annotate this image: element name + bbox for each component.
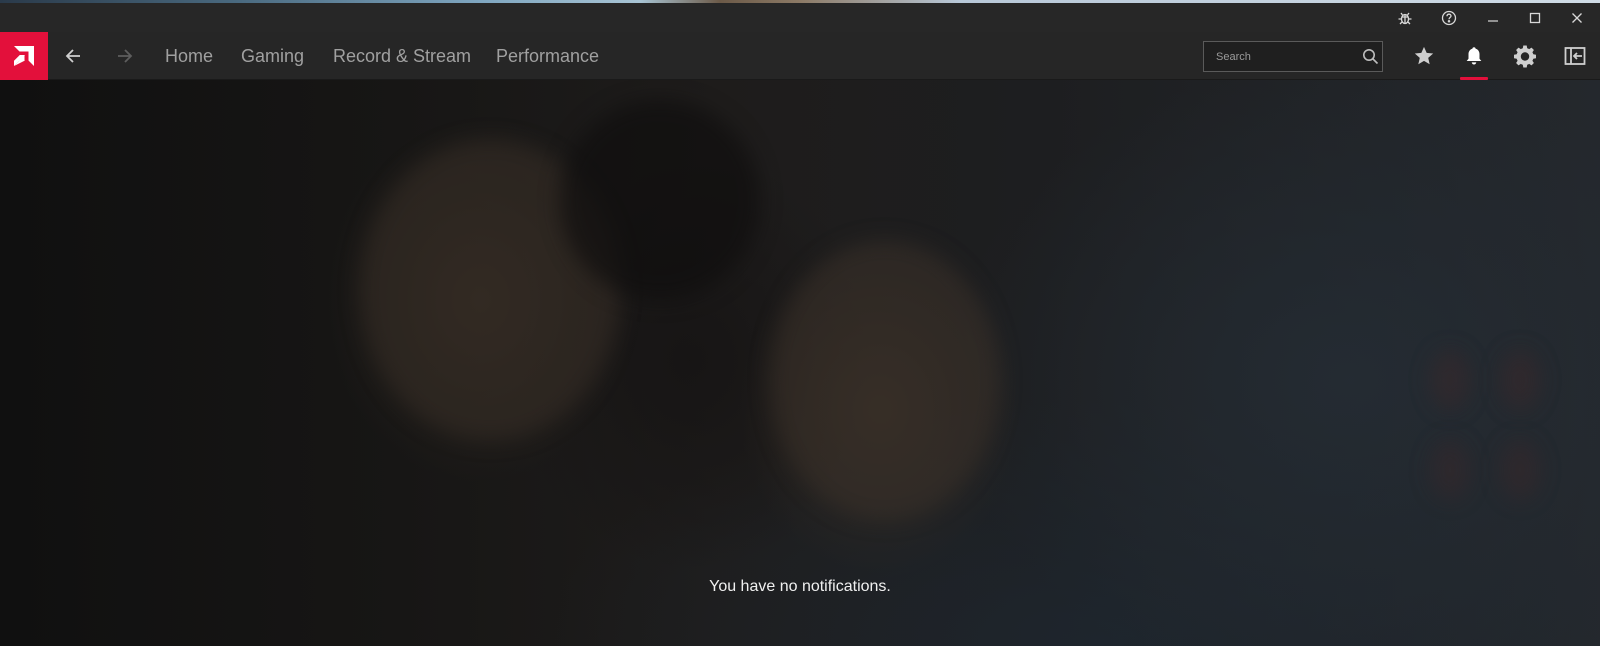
minimize-icon[interactable] bbox=[1470, 3, 1516, 32]
forward-arrow-icon[interactable] bbox=[105, 32, 145, 80]
amd-logo-icon[interactable] bbox=[0, 32, 48, 80]
bell-icon[interactable] bbox=[1452, 32, 1496, 80]
notifications-panel: You have no notifications. bbox=[0, 80, 1600, 646]
nav-record-stream[interactable]: Record & Stream bbox=[333, 32, 471, 80]
background-image-blur bbox=[1430, 440, 1470, 500]
close-icon[interactable] bbox=[1554, 3, 1600, 32]
background-image-blur bbox=[560, 100, 760, 300]
empty-notifications-message: You have no notifications. bbox=[709, 578, 891, 595]
sidebar-toggle-icon[interactable] bbox=[1553, 32, 1597, 80]
background-image-blur bbox=[770, 240, 1000, 520]
search-input[interactable] bbox=[1204, 42, 1358, 71]
gear-icon[interactable] bbox=[1503, 32, 1547, 80]
nav-home[interactable]: Home bbox=[165, 32, 213, 80]
background-image-blur bbox=[1500, 350, 1540, 410]
back-arrow-icon[interactable] bbox=[53, 32, 93, 80]
nav-performance[interactable]: Performance bbox=[496, 32, 599, 80]
help-icon[interactable] bbox=[1426, 3, 1472, 32]
star-icon[interactable] bbox=[1402, 32, 1446, 80]
bug-report-icon[interactable] bbox=[1382, 3, 1428, 32]
search-box bbox=[1203, 41, 1383, 72]
nav-gaming[interactable]: Gaming bbox=[241, 32, 304, 80]
main-navbar: Home Gaming Record & Stream Performance bbox=[0, 32, 1600, 80]
search-icon[interactable] bbox=[1358, 42, 1382, 71]
window-titlebar bbox=[0, 3, 1600, 32]
maximize-icon[interactable] bbox=[1512, 3, 1558, 32]
background-image-blur bbox=[1430, 350, 1470, 410]
background-image-blur bbox=[1500, 440, 1540, 500]
